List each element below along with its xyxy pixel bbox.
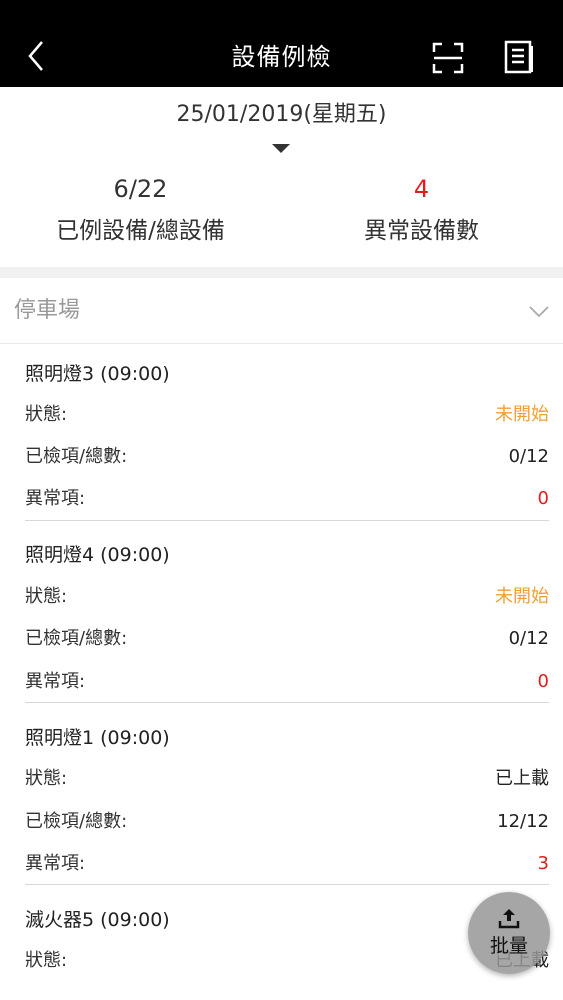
abnormal-devices-stat: 4 異常設備數 [281,172,562,248]
checked-row: 已檢項/總數: 0/12 [25,624,549,654]
batch-upload-label: 批量 [489,935,528,957]
checked-row: 已檢項/總數: 12/12 [25,807,549,837]
abnormal-label: 異常項: [25,671,86,692]
status-label: 狀態: [25,404,68,425]
chevron-down-icon [529,306,549,318]
abnormal-value: 3 [537,853,549,874]
abnormal-label: 異常項: [25,488,86,509]
status-label: 狀態: [25,586,68,607]
device-card[interactable]: 照明燈3 (09:00) 狀態: 未開始 已檢項/總數: 0/12 異常項: 0 [0,359,563,521]
abnormal-row: 異常項: 0 [25,484,549,514]
status-row: 狀態: 未開始 [25,400,549,430]
device-card[interactable]: 照明燈4 (09:00) 狀態: 未開始 已檢項/總數: 0/12 異常項: 0 [0,540,563,703]
checked-devices-label: 已例設備/總設備 [56,218,225,244]
status-label: 狀態: [25,950,68,971]
abnormal-value: 0 [537,671,549,692]
status-value: 未開始 [495,404,549,425]
status-row: 狀態: 已上載 [25,764,549,794]
checked-label: 已檢項/總數: [25,628,128,649]
checked-value: 12/12 [497,811,549,832]
card-divider [25,520,549,521]
device-name: 滅火器5 (09:00) [25,909,170,931]
status-value: 未開始 [495,586,549,607]
section-label: 停車場 [14,298,81,323]
device-name: 照明燈4 (09:00) [25,544,170,566]
batch-upload-button[interactable]: 批量 [468,892,550,974]
checked-row: 已檢項/總數: 0/12 [25,442,549,472]
date-selector[interactable]: 25/01/2019(星期五) [0,98,563,132]
checked-value: 0/12 [508,628,549,649]
top-navigation-bar: 設備例檢 [0,0,563,87]
abnormal-row: 異常項: 0 [25,667,549,697]
abnormal-label: 異常項: [25,853,86,874]
abnormal-devices-value: 4 [413,175,430,203]
checked-devices-value: 6/22 [113,175,168,203]
upload-icon [498,909,520,929]
checked-label: 已檢項/總數: [25,811,128,832]
abnormal-row: 異常項: 3 [25,849,549,879]
status-row: 狀態: 未開始 [25,582,549,612]
status-value: 已上載 [495,768,549,789]
device-name: 照明燈3 (09:00) [25,363,170,385]
caret-down-icon[interactable] [272,144,290,153]
device-card[interactable]: 照明燈1 (09:00) 狀態: 已上載 已檢項/總數: 12/12 異常項: … [0,723,563,886]
checked-value: 0/12 [508,446,549,467]
card-divider [25,884,549,885]
report-list-icon[interactable] [503,40,535,74]
device-name: 照明燈1 (09:00) [25,727,170,749]
checked-label: 已檢項/總數: [25,446,128,467]
section-header-parking[interactable]: 停車場 [0,278,563,344]
abnormal-devices-label: 異常設備數 [364,218,479,244]
page-title: 設備例檢 [231,43,332,71]
checked-devices-stat: 6/22 已例設備/總設備 [0,172,281,248]
card-divider [25,702,549,703]
scan-icon[interactable] [432,42,464,74]
status-label: 狀態: [25,768,68,789]
abnormal-value: 0 [537,488,549,509]
section-separator [0,267,563,278]
